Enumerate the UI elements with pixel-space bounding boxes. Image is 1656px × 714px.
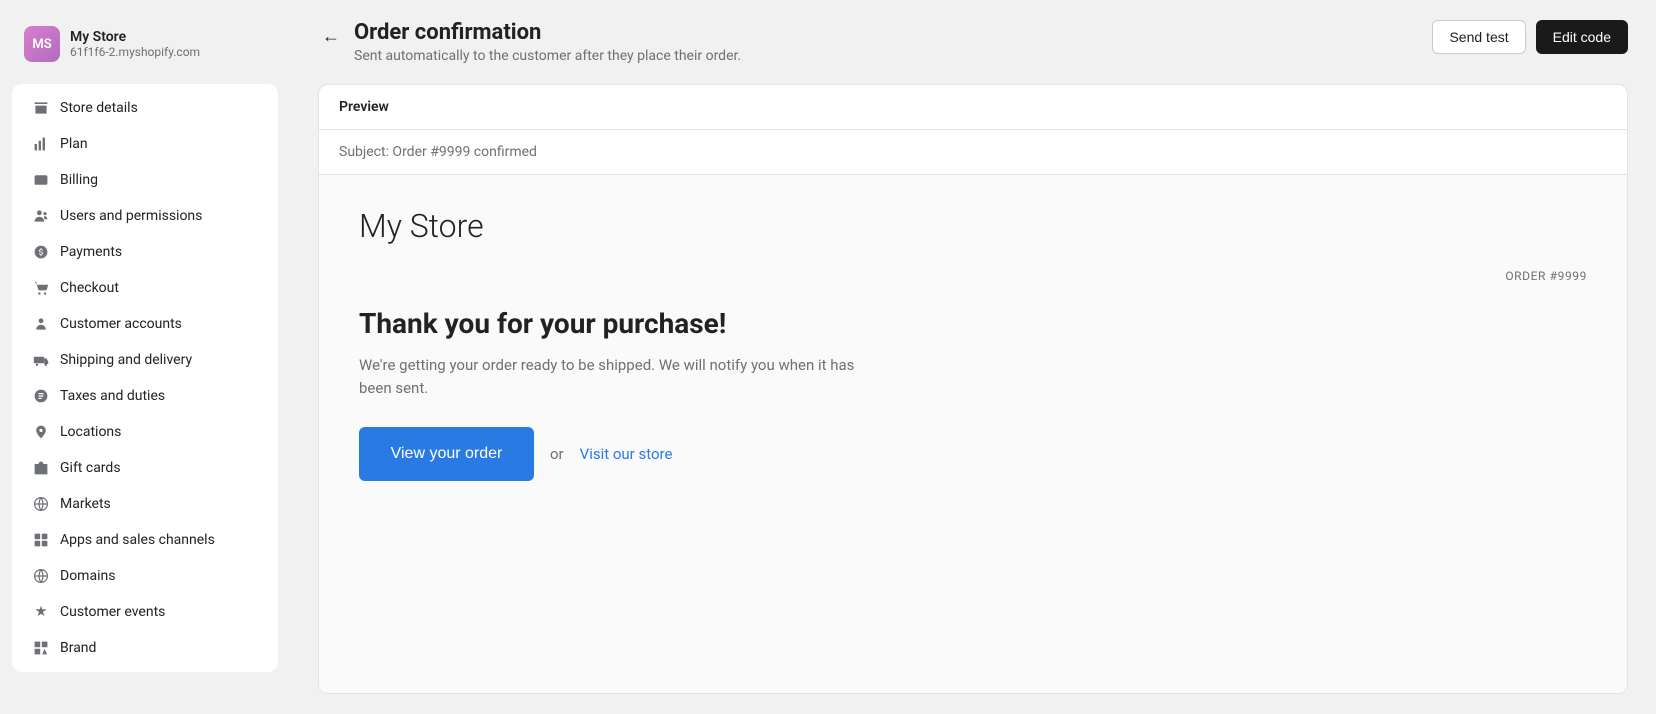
locations-icon — [32, 423, 50, 441]
email-store-name: My Store — [359, 207, 1587, 245]
gift-cards-icon — [32, 459, 50, 477]
sidebar-item-plan[interactable]: Plan — [16, 126, 274, 162]
sidebar-label-locations: Locations — [60, 424, 121, 440]
sidebar-item-locations[interactable]: Locations — [16, 414, 274, 450]
main-content: ← Order confirmation Sent automatically … — [290, 0, 1656, 714]
store-url: 61f1f6-2.myshopify.com — [70, 45, 200, 59]
brand-icon — [32, 639, 50, 657]
sidebar-label-customer-accounts: Customer accounts — [60, 316, 182, 332]
sidebar: MS My Store 61f1f6-2.myshopify.com Store… — [0, 0, 290, 714]
visit-store-link[interactable]: Visit our store — [580, 445, 673, 463]
sidebar-item-domains[interactable]: Domains — [16, 558, 274, 594]
checkout-icon — [32, 279, 50, 297]
view-order-button[interactable]: View your order — [359, 427, 534, 481]
sidebar-label-brand: Brand — [60, 640, 96, 656]
store-details-icon — [32, 99, 50, 117]
sidebar-nav: Store details Plan Billing Users and permis… — [12, 84, 278, 672]
sidebar-item-customer-accounts[interactable]: Customer accounts — [16, 306, 274, 342]
users-permissions-icon — [32, 207, 50, 225]
sidebar-item-checkout[interactable]: Checkout — [16, 270, 274, 306]
plan-icon — [32, 135, 50, 153]
sidebar-item-payments[interactable]: Payments — [16, 234, 274, 270]
sidebar-label-plan: Plan — [60, 136, 88, 152]
sidebar-label-payments: Payments — [60, 244, 122, 260]
sidebar-label-markets: Markets — [60, 496, 111, 512]
store-header[interactable]: MS My Store 61f1f6-2.myshopify.com — [12, 16, 278, 72]
page-header-actions: Send test Edit code — [1432, 20, 1628, 54]
sidebar-label-checkout: Checkout — [60, 280, 119, 296]
email-description: We're getting your order ready to be shi… — [359, 354, 879, 399]
sidebar-item-store-details[interactable]: Store details — [16, 90, 274, 126]
sidebar-item-customer-events[interactable]: Customer events — [16, 594, 274, 630]
sidebar-label-customer-events: Customer events — [60, 604, 165, 620]
store-name: My Store — [70, 29, 200, 45]
domains-icon — [32, 567, 50, 585]
payments-icon — [32, 243, 50, 261]
email-subject: Subject: Order #9999 confirmed — [319, 130, 1627, 175]
page-title-block: Order confirmation Sent automatically to… — [354, 20, 741, 64]
email-or-text: or — [550, 445, 564, 463]
sidebar-item-users-permissions[interactable]: Users and permissions — [16, 198, 274, 234]
sidebar-label-billing: Billing — [60, 172, 98, 188]
email-order-number: ORDER #9999 — [359, 269, 1587, 283]
sidebar-item-shipping-delivery[interactable]: Shipping and delivery — [16, 342, 274, 378]
sidebar-item-apps-sales-channels[interactable]: Apps and sales channels — [16, 522, 274, 558]
taxes-duties-icon — [32, 387, 50, 405]
sidebar-item-gift-cards[interactable]: Gift cards — [16, 450, 274, 486]
page-subtitle: Sent automatically to the customer after… — [354, 48, 741, 64]
sidebar-label-apps-sales-channels: Apps and sales channels — [60, 532, 215, 548]
edit-code-button[interactable]: Edit code — [1536, 20, 1628, 54]
email-body: My Store ORDER #9999 Thank you for your … — [319, 175, 1627, 693]
page-title: Order confirmation — [354, 20, 741, 45]
page-header-left: ← Order confirmation Sent automatically … — [318, 20, 741, 64]
customer-accounts-icon — [32, 315, 50, 333]
back-button[interactable]: ← — [318, 22, 344, 51]
email-thank-you: Thank you for your purchase! — [359, 307, 1587, 340]
sidebar-label-users-permissions: Users and permissions — [60, 208, 202, 224]
send-test-button[interactable]: Send test — [1432, 20, 1525, 54]
customer-events-icon — [32, 603, 50, 621]
sidebar-label-shipping-delivery: Shipping and delivery — [60, 352, 192, 368]
sidebar-label-store-details: Store details — [60, 100, 138, 116]
page-header: ← Order confirmation Sent automatically … — [318, 20, 1628, 64]
store-info: My Store 61f1f6-2.myshopify.com — [70, 29, 200, 59]
email-actions: View your order or Visit our store — [359, 427, 1587, 481]
sidebar-item-markets[interactable]: Markets — [16, 486, 274, 522]
sidebar-item-taxes-duties[interactable]: Taxes and duties — [16, 378, 274, 414]
sidebar-label-gift-cards: Gift cards — [60, 460, 121, 476]
preview-panel: Preview Subject: Order #9999 confirmed M… — [318, 84, 1628, 694]
store-avatar: MS — [24, 26, 60, 62]
preview-label: Preview — [319, 85, 1627, 130]
sidebar-label-taxes-duties: Taxes and duties — [60, 388, 165, 404]
sidebar-item-billing[interactable]: Billing — [16, 162, 274, 198]
apps-sales-channels-icon — [32, 531, 50, 549]
sidebar-label-domains: Domains — [60, 568, 115, 584]
markets-icon — [32, 495, 50, 513]
billing-icon — [32, 171, 50, 189]
shipping-delivery-icon — [32, 351, 50, 369]
sidebar-item-brand[interactable]: Brand — [16, 630, 274, 666]
